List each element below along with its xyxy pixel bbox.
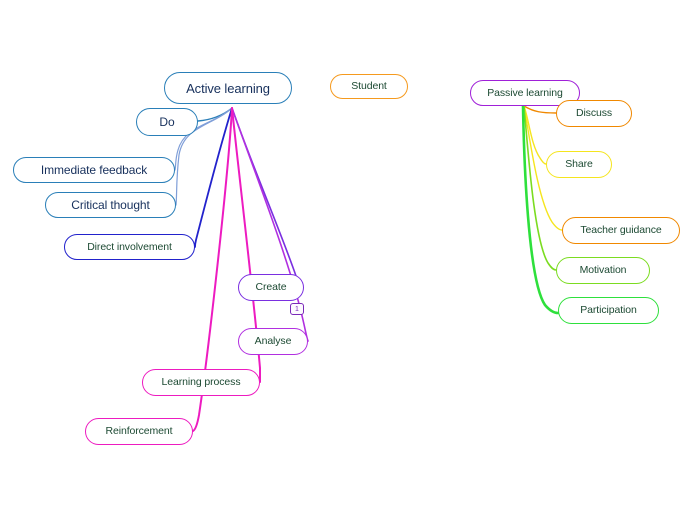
node-critical-thought[interactable]: Critical thought <box>45 192 176 218</box>
node-label-learning-process: Learning process <box>161 376 241 389</box>
node-label-student: Student <box>351 80 387 93</box>
node-motivation[interactable]: Motivation <box>556 257 650 284</box>
node-teacher-guidance[interactable]: Teacher guidance <box>562 217 680 244</box>
edge-active-to-direct-involvement <box>194 107 233 248</box>
badge-create-count-badge[interactable]: 1 <box>290 303 304 315</box>
node-discuss[interactable]: Discuss <box>556 100 632 127</box>
node-label-direct-involvement: Direct involvement <box>87 240 172 253</box>
node-label-active-learning: Active learning <box>186 80 270 96</box>
node-create[interactable]: Create <box>238 274 304 301</box>
node-label-create: Create <box>255 281 287 294</box>
node-label-reinforcement: Reinforcement <box>105 425 173 438</box>
mindmap-canvas[interactable]: Active learning Do Immediate feedback Criti… <box>0 0 696 520</box>
node-participation[interactable]: Participation <box>558 297 659 324</box>
node-immediate-feedback[interactable]: Immediate feedback <box>13 157 175 183</box>
node-label-analyse: Analyse <box>254 335 292 348</box>
node-do[interactable]: Do <box>136 108 198 136</box>
edge-passive-to-participation <box>521 104 560 315</box>
edge-passive-to-discuss <box>523 105 557 114</box>
node-label-teacher-guidance: Teacher guidance <box>580 224 662 237</box>
node-label-motivation: Motivation <box>579 264 627 277</box>
node-direct-involvement[interactable]: Direct involvement <box>64 234 195 260</box>
node-label-participation: Participation <box>580 304 637 317</box>
node-analyse[interactable]: Analyse <box>238 328 308 355</box>
node-label-share: Share <box>565 158 593 171</box>
node-active-learning[interactable]: Active learning <box>164 72 292 104</box>
node-label-do: Do <box>159 115 175 129</box>
edge-active-to-do <box>197 107 233 122</box>
node-learning-process[interactable]: Learning process <box>142 369 260 396</box>
node-share[interactable]: Share <box>546 151 612 178</box>
node-reinforcement[interactable]: Reinforcement <box>85 418 193 445</box>
node-label-discuss: Discuss <box>575 107 613 120</box>
edge-active-to-create <box>231 107 303 289</box>
node-label-passive-learning: Passive learning <box>487 86 563 99</box>
node-label-critical-thought: Critical thought <box>71 198 150 212</box>
edge-passive-to-share <box>523 105 547 165</box>
node-label-immediate-feedback: Immediate feedback <box>40 163 148 177</box>
node-student[interactable]: Student <box>330 74 408 99</box>
edge-passive-to-motivation <box>523 105 557 271</box>
